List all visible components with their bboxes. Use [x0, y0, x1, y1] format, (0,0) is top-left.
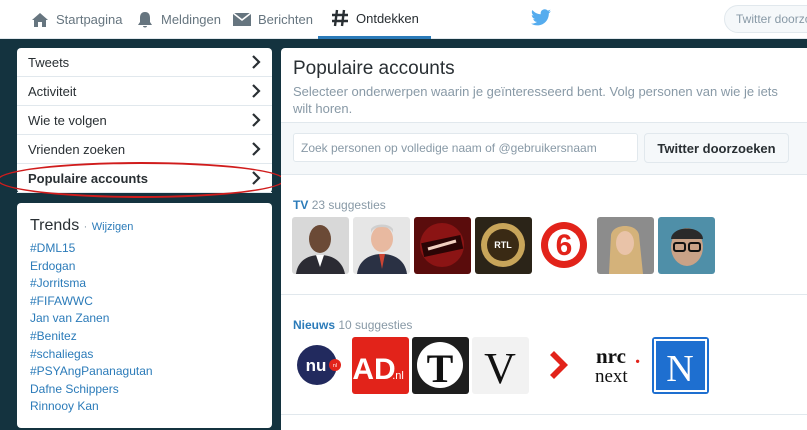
envelope-icon [232, 10, 252, 30]
trend-item[interactable]: #DML15 [30, 240, 272, 258]
nav-notifications-label: Meldingen [161, 12, 221, 27]
nav-home[interactable]: Startpagina [30, 0, 123, 39]
page-title: Populaire accounts [293, 58, 455, 79]
menu-item-label: Vrienden zoeken [28, 142, 126, 157]
avatar[interactable]: nu nl [292, 337, 349, 394]
menu-item-label: Activiteit [28, 84, 77, 99]
nrc-logo-text: nrc [596, 344, 626, 368]
avatar[interactable]: T [412, 337, 469, 394]
avatar[interactable] [658, 217, 715, 274]
chevron-right-icon [252, 113, 261, 127]
people-search-row: Zoek personen op volledige naam of @gebr… [281, 123, 807, 175]
avatar-row: RTL 6 [292, 217, 719, 274]
nu-logo-suffix: nl [333, 363, 337, 369]
panel-header: Populaire accounts Selecteer onderwerpen… [281, 48, 807, 123]
nav-messages-label: Berichten [258, 12, 313, 27]
nav-discover[interactable]: Ontdekken [318, 0, 431, 39]
nrc-next-logo-text: next [595, 366, 628, 387]
bell-icon [135, 10, 155, 30]
people-search-input[interactable]: Zoek personen op volledige naam of @gebr… [293, 133, 638, 162]
menu-item-label: Wie te volgen [28, 113, 107, 128]
avatar[interactable] [597, 217, 654, 274]
menu-item-label: Tweets [28, 55, 70, 70]
trends-panel: Trends · Wijzigen #DML15 Erdogan #Jorrit… [17, 203, 272, 428]
avatar[interactable] [414, 217, 471, 274]
trend-item[interactable]: #Jorritsma [30, 275, 272, 293]
sbs6-logo-text: 6 [556, 229, 573, 262]
avatar[interactable]: 6 [536, 217, 593, 274]
nav-messages[interactable]: Berichten [232, 0, 313, 39]
trend-item[interactable]: Rinnooy Kan [30, 398, 272, 416]
discover-menu: Tweets Activiteit Wie te volgen Vrienden… [0, 48, 285, 198]
avatar[interactable]: RTL [475, 217, 532, 274]
ad-logo-suffix: .nl [392, 370, 404, 382]
avatar-row: nu nl AD .nl T V nrc. next N [292, 337, 712, 394]
chevron-right-icon [252, 84, 261, 98]
chevron-right-icon [252, 55, 261, 69]
trend-item[interactable]: Jan van Zanen [30, 310, 272, 328]
avatar[interactable] [532, 337, 589, 394]
category-section-tv: TV 23 suggesties RTL 6 [281, 175, 807, 295]
menu-item-who-to-follow[interactable]: Wie te volgen [17, 106, 272, 135]
avatar[interactable]: V [472, 337, 529, 394]
trends-title: Trends [30, 217, 80, 234]
nav-discover-label: Ontdekken [356, 10, 419, 26]
suggestion-count: 23 suggesties [311, 198, 386, 212]
avatar[interactable] [292, 217, 349, 274]
trend-list: #DML15 Erdogan #Jorritsma #FIFAWWC Jan v… [30, 240, 272, 416]
telegraaf-logo-text: T [427, 346, 454, 391]
avatar[interactable] [353, 217, 410, 274]
trend-item[interactable]: #schaliegas [30, 346, 272, 364]
menu-item-activity[interactable]: Activiteit [17, 77, 272, 106]
menu-item-find-friends[interactable]: Vrienden zoeken [17, 135, 272, 164]
nu-logo-text: nu [306, 356, 327, 375]
menu-item-tweets[interactable]: Tweets [17, 48, 272, 77]
trends-change-link[interactable]: Wijzigen [92, 221, 134, 233]
page-subtitle: Selecteer onderwerpen waarin je geïntere… [293, 84, 778, 116]
nrc-logo-dot: . [635, 344, 640, 368]
category-section-news: Nieuws 10 suggesties nu nl AD .nl T V nrc.… [281, 295, 807, 415]
home-icon [30, 10, 50, 30]
trend-item[interactable]: #Benitez [30, 328, 272, 346]
section-title: Nieuws 10 suggesties [293, 318, 412, 332]
rtl-logo-text: RTL [494, 240, 512, 250]
twitter-search-input[interactable]: Twitter doorzoeken [724, 5, 807, 33]
section-title: TV 23 suggesties [293, 198, 386, 212]
ad-logo-text: AD [352, 353, 395, 386]
volkskrant-logo-text: V [484, 344, 516, 393]
avatar[interactable]: N [652, 337, 709, 394]
chevron-right-icon [252, 142, 261, 156]
suggestion-count: 10 suggesties [338, 318, 413, 332]
nav-home-label: Startpagina [56, 12, 123, 27]
twitter-search-button[interactable]: Twitter doorzoeken [644, 133, 789, 163]
trend-item[interactable]: #PSYAngPananagutan [30, 363, 272, 381]
popular-accounts-panel: Populaire accounts Selecteer onderwerpen… [281, 48, 807, 430]
nav-notifications[interactable]: Meldingen [135, 0, 221, 39]
top-navigation-bar: Startpagina Meldingen Berichten Ontdekke… [0, 0, 807, 39]
category-link[interactable]: TV [293, 198, 308, 212]
highlight-ring [0, 162, 285, 198]
trend-item[interactable]: Erdogan [30, 258, 272, 276]
trend-item[interactable]: #FIFAWWC [30, 293, 272, 311]
trend-item[interactable]: Dafne Schippers [30, 381, 272, 399]
avatar[interactable]: AD .nl [352, 337, 409, 394]
category-link[interactable]: Nieuws [293, 318, 335, 332]
trends-separator: · [83, 221, 88, 233]
twitter-bird-logo[interactable] [530, 9, 552, 29]
nos-logo-text: N [666, 348, 693, 390]
hashtag-icon [330, 8, 350, 28]
avatar[interactable]: nrc. next [592, 337, 649, 394]
